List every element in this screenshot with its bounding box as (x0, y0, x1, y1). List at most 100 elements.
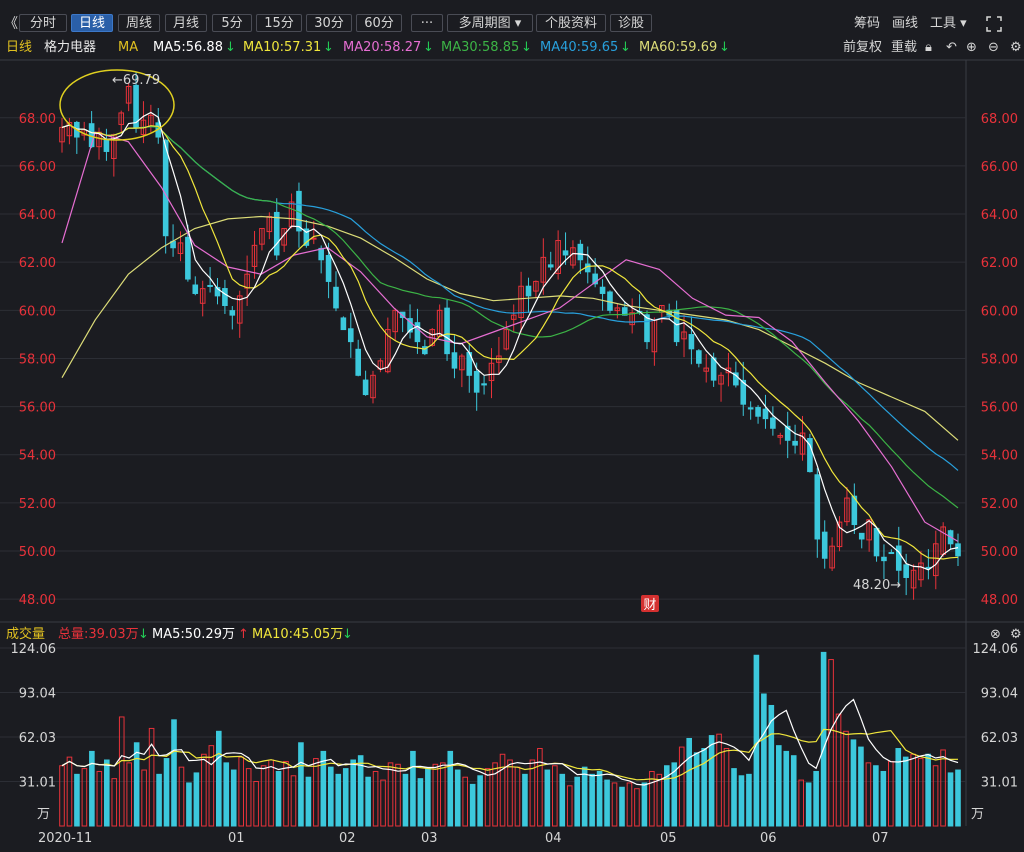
volume-bar (499, 753, 506, 827)
volume-bar (425, 768, 431, 827)
finance-badge-text: 财 (643, 598, 656, 613)
volume-bar (216, 730, 222, 827)
date-tick: 07 (872, 831, 889, 846)
volume-bar (522, 773, 528, 827)
volume-bar (701, 748, 707, 827)
date-tick: 06 (760, 831, 777, 846)
date-tick: 02 (339, 831, 356, 846)
volume-bar (290, 775, 297, 827)
volume-bar (59, 765, 65, 827)
candle-body (858, 532, 865, 540)
volume-bar (858, 746, 864, 827)
candle-body (325, 254, 332, 282)
candle-body (229, 310, 236, 316)
volume-bar (693, 752, 700, 827)
candle-body (895, 545, 902, 571)
volume-bar (783, 750, 790, 827)
price-tick-right: 62.00 (981, 256, 1018, 271)
volume-bar (813, 770, 819, 827)
volume-bar (902, 756, 909, 827)
candle-body (362, 379, 369, 396)
candle-body (792, 440, 798, 446)
volume-bar (932, 765, 939, 827)
volume-bar (283, 760, 289, 827)
volume-bar (708, 735, 715, 827)
volume-bar (260, 765, 267, 827)
date-tick: 03 (421, 831, 438, 846)
volume-bar (89, 750, 95, 827)
volume-bar (253, 781, 259, 827)
price-tick-left: 62.00 (19, 256, 56, 271)
volume-bar (245, 768, 252, 827)
volume-bar (514, 766, 521, 827)
candle-body (103, 139, 110, 152)
volume-bar (805, 782, 812, 827)
volume-bar (163, 758, 170, 827)
price-tick-right: 52.00 (981, 497, 1018, 512)
volume-tick-left: 31.01 (19, 776, 56, 791)
candle-body (273, 211, 280, 256)
volume-bar (230, 769, 237, 827)
volume-bar (940, 749, 946, 827)
candle-body (881, 556, 887, 562)
volume-bar (544, 769, 551, 827)
volume-bar (342, 768, 349, 827)
price-tick-right: 64.00 (981, 208, 1018, 223)
candle-body (185, 236, 191, 280)
candle-body (577, 243, 584, 261)
candle-body (673, 309, 680, 343)
price-tick-right: 48.00 (981, 593, 1018, 608)
volume-bar (74, 773, 80, 827)
volume-bar (440, 762, 446, 827)
candle-body (599, 286, 606, 294)
price-tick-right: 66.00 (981, 160, 1018, 175)
candle-body (481, 383, 487, 386)
candle-body (333, 286, 339, 309)
ma10-line (61, 124, 959, 560)
volume-bar (133, 742, 140, 827)
volume-bar (201, 753, 207, 827)
high-price-label: ←69.79 (112, 73, 160, 88)
volume-bar (955, 769, 961, 827)
volume-bar (604, 779, 610, 827)
volume-bar (484, 768, 491, 827)
volume-bar (716, 733, 722, 827)
price-tick-left: 66.00 (19, 160, 56, 175)
candle-body (355, 348, 361, 376)
volume-bar (96, 770, 103, 827)
volume-bar (313, 758, 319, 827)
volume-bar (447, 750, 454, 827)
volume-bar (925, 753, 931, 827)
ma5-line (61, 111, 959, 571)
candle-body (222, 288, 228, 307)
volume-bar (611, 782, 618, 827)
volume-tick-right: 62.03 (981, 731, 1018, 746)
volume-bar (380, 779, 386, 827)
volume-bar (193, 772, 200, 827)
volume-bar (365, 776, 371, 827)
volume-bar (895, 748, 902, 827)
volume-bar (761, 693, 767, 827)
price-tick-left: 52.00 (19, 497, 56, 512)
volume-bar (462, 776, 468, 827)
volume-bar (537, 748, 543, 827)
candle-body (888, 552, 895, 555)
volume-bar (626, 782, 633, 827)
volume-tick-left: 93.04 (19, 687, 56, 702)
candle-body (696, 350, 702, 364)
price-tick-left: 56.00 (19, 401, 56, 416)
volume-bar (417, 778, 424, 827)
volume-bar (186, 782, 192, 827)
ma20-line (61, 131, 959, 542)
price-tick-right: 50.00 (981, 545, 1018, 560)
volume-bar (865, 762, 872, 827)
volume-bar (581, 766, 588, 827)
volume-bar (454, 769, 461, 827)
price-tick-left: 58.00 (19, 352, 56, 367)
volume-bar (223, 762, 230, 827)
stock-chart[interactable]: 68.00 68.00 66.00 66.00 64.00 64.00 62.00 62.00… (0, 0, 1024, 852)
volume-bar (410, 750, 416, 827)
candle-body (451, 352, 458, 369)
volume-bar (395, 763, 401, 827)
volume-bar (156, 773, 162, 827)
